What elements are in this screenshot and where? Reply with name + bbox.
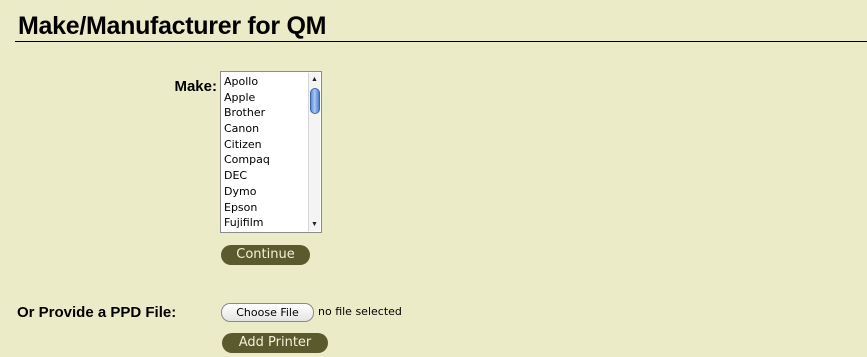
scroll-down-arrow-icon[interactable]: ▼ (309, 219, 320, 230)
ppd-file-label: Or Provide a PPD File: (17, 304, 177, 321)
add-printer-page: Make/Manufacturer for QM Make: Apollo Ap… (0, 0, 867, 357)
make-option-dymo[interactable]: Dymo (224, 184, 306, 200)
continue-button[interactable]: Continue (221, 245, 310, 265)
make-option-compaq[interactable]: Compaq (224, 152, 306, 168)
choose-file-button[interactable]: Choose File (221, 303, 314, 322)
add-printer-button[interactable]: Add Printer (222, 333, 328, 353)
make-option-brother[interactable]: Brother (224, 105, 306, 121)
make-option-canon[interactable]: Canon (224, 121, 306, 137)
make-label: Make: (174, 78, 217, 95)
make-listbox-scrollbar[interactable]: ▲ ▼ (308, 73, 320, 231)
make-option-citizen[interactable]: Citizen (224, 137, 306, 153)
scroll-up-arrow-icon[interactable]: ▲ (309, 74, 320, 85)
file-status-text: no file selected (318, 305, 402, 318)
make-option-apollo[interactable]: Apollo (224, 74, 306, 90)
scroll-thumb[interactable] (310, 88, 320, 114)
page-title: Make/Manufacturer for QM (18, 12, 327, 40)
make-option-apple[interactable]: Apple (224, 90, 306, 106)
make-listbox[interactable]: Apollo Apple Brother Canon Citizen Compa… (220, 71, 322, 233)
make-options-list: Apollo Apple Brother Canon Citizen Compa… (224, 74, 306, 231)
make-option-dec[interactable]: DEC (224, 168, 306, 184)
title-divider (15, 41, 867, 42)
make-option-epson[interactable]: Epson (224, 200, 306, 216)
make-option-fujifilm[interactable]: Fujifilm (224, 215, 306, 231)
